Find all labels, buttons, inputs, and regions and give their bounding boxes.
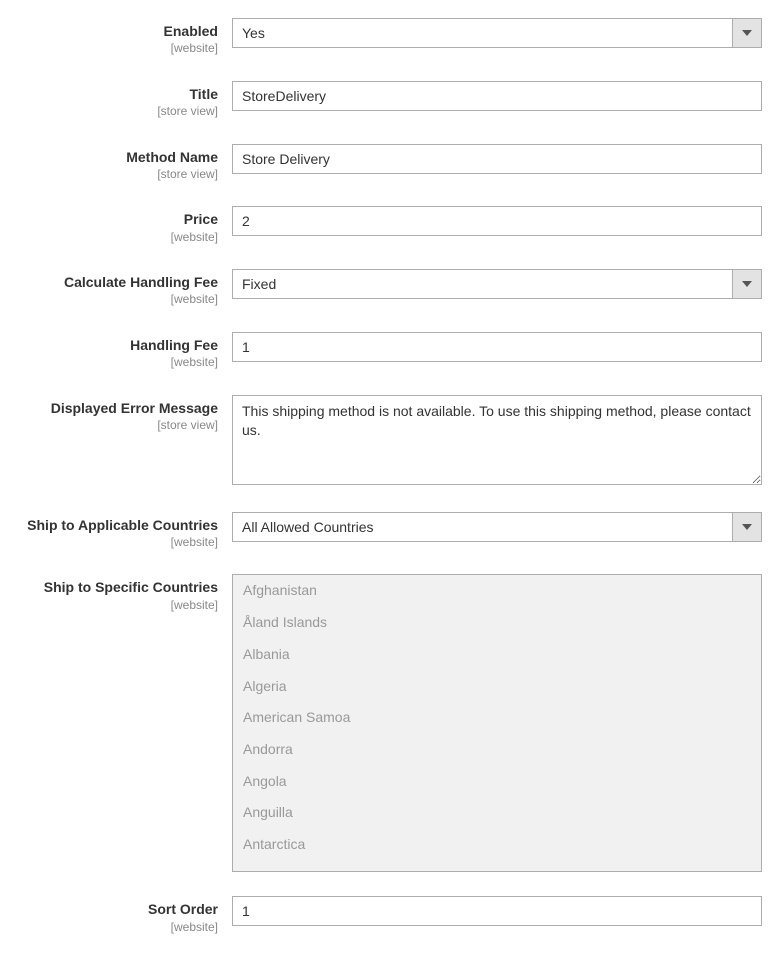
input-price[interactable] [232,206,762,236]
field-error-msg: Displayed Error Message [store view] [14,395,763,488]
label-enabled: Enabled [website] [14,18,232,57]
label-title: Title [store view] [14,81,232,120]
input-method-name[interactable] [232,144,762,174]
label-applicable-countries: Ship to Applicable Countries [website] [14,512,232,551]
field-handling-fee: Handling Fee [website] [14,332,763,371]
country-option[interactable]: Andorra [233,734,761,766]
label-handling-type: Calculate Handling Fee [website] [14,269,232,308]
select-applicable-countries[interactable]: All Allowed Countries [232,512,762,542]
field-specific-countries: Ship to Specific Countries [website] Afg… [14,574,763,872]
field-method-name: Method Name [store view] [14,144,763,183]
country-option[interactable]: Antigua and Barbuda [233,861,761,873]
field-handling-type: Calculate Handling Fee [website] Fixed [14,269,763,308]
country-option[interactable]: American Samoa [233,702,761,734]
label-sort-order: Sort Order [website] [14,896,232,935]
chevron-down-icon [732,512,762,542]
config-form: Enabled [website] Yes Title [store view]… [14,18,763,935]
field-price: Price [website] [14,206,763,245]
country-option[interactable]: Åland Islands [233,607,761,639]
label-method-name: Method Name [store view] [14,144,232,183]
field-sort-order: Sort Order [website] [14,896,763,935]
input-sort-order[interactable] [232,896,762,926]
country-option[interactable]: Angola [233,766,761,798]
country-option[interactable]: Afghanistan [233,575,761,607]
label-price: Price [website] [14,206,232,245]
select-enabled[interactable]: Yes [232,18,762,48]
input-handling-fee[interactable] [232,332,762,362]
chevron-down-icon [732,18,762,48]
multiselect-specific-countries[interactable]: AfghanistanÅland IslandsAlbaniaAlgeriaAm… [232,574,762,872]
country-option[interactable]: Albania [233,639,761,671]
field-applicable-countries: Ship to Applicable Countries [website] A… [14,512,763,551]
chevron-down-icon [732,269,762,299]
input-title[interactable] [232,81,762,111]
country-option[interactable]: Anguilla [233,797,761,829]
select-handling-type[interactable]: Fixed [232,269,762,299]
label-handling-fee: Handling Fee [website] [14,332,232,371]
country-option[interactable]: Algeria [233,671,761,703]
country-option[interactable]: Antarctica [233,829,761,861]
label-error-msg: Displayed Error Message [store view] [14,395,232,434]
label-specific-countries: Ship to Specific Countries [website] [14,574,232,613]
field-enabled: Enabled [website] Yes [14,18,763,57]
textarea-error-msg[interactable] [232,395,762,485]
field-title: Title [store view] [14,81,763,120]
